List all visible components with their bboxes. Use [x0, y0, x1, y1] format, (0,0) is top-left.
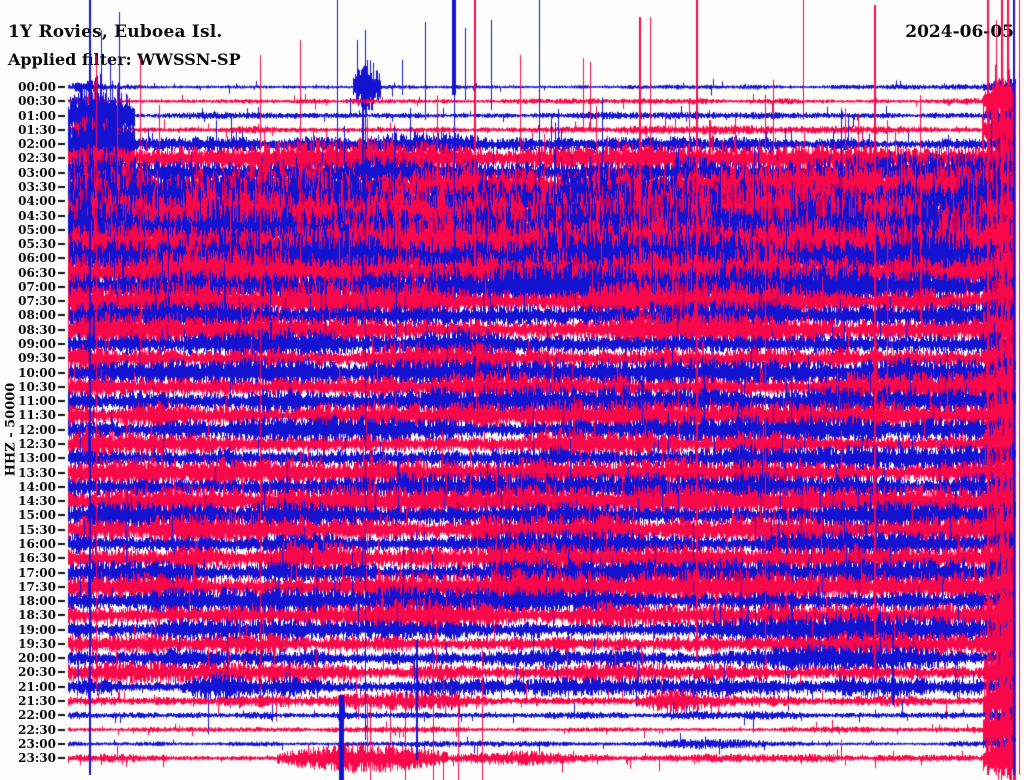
time-label: 07:30 — [18, 294, 56, 309]
time-label: 08:00 — [18, 308, 56, 323]
time-label: 05:00 — [18, 222, 56, 237]
time-label: 03:30 — [18, 179, 56, 194]
seismogram-canvas — [0, 0, 1024, 780]
time-label: 08:30 — [18, 322, 56, 337]
time-label: 23:30 — [18, 751, 56, 766]
time-label: 19:30 — [18, 636, 56, 651]
time-label: 20:30 — [18, 665, 56, 680]
helicorder-page: 1Y Rovies, Euboea Isl. Applied filter: W… — [0, 0, 1024, 780]
time-label: 16:30 — [18, 551, 56, 566]
time-label: 06:00 — [18, 251, 56, 266]
time-label: 04:30 — [18, 208, 56, 223]
time-label: 13:30 — [18, 465, 56, 480]
time-label: 01:30 — [18, 122, 56, 137]
time-label: 18:00 — [18, 594, 56, 609]
time-label: 00:30 — [18, 94, 56, 109]
time-label: 09:00 — [18, 337, 56, 352]
time-label: 19:00 — [18, 622, 56, 637]
time-label: 09:30 — [18, 351, 56, 366]
time-label: 22:00 — [18, 708, 56, 723]
time-label: 21:00 — [18, 679, 56, 694]
time-label: 23:00 — [18, 736, 56, 751]
time-label: 16:00 — [18, 536, 56, 551]
time-label: 20:00 — [18, 651, 56, 666]
time-label: 15:00 — [18, 508, 56, 523]
time-label: 10:30 — [18, 379, 56, 394]
time-label: 04:00 — [18, 194, 56, 209]
time-label: 02:30 — [18, 151, 56, 166]
time-label: 10:00 — [18, 365, 56, 380]
time-label: 22:30 — [18, 722, 56, 737]
time-label: 05:30 — [18, 237, 56, 252]
time-label: 17:30 — [18, 579, 56, 594]
time-label: 15:30 — [18, 522, 56, 537]
time-label: 17:00 — [18, 565, 56, 580]
time-label: 06:30 — [18, 265, 56, 280]
time-label: 14:30 — [18, 494, 56, 509]
time-label: 01:00 — [18, 108, 56, 123]
time-label: 12:00 — [18, 422, 56, 437]
date-label: 2024-06-05 — [905, 22, 1014, 42]
time-label: 13:00 — [18, 451, 56, 466]
time-label: 02:00 — [18, 137, 56, 152]
time-label: 00:00 — [18, 80, 56, 94]
time-label: 14:00 — [18, 479, 56, 494]
time-label: 21:30 — [18, 694, 56, 709]
time-label: 18:30 — [18, 608, 56, 623]
time-axis: 00:00 00:30 01:00 01:30 02:00 02:30 03:00 03:30… — [0, 0, 56, 780]
time-label: 11:00 — [18, 394, 56, 409]
time-label: 07:00 — [18, 279, 56, 294]
time-label: 11:30 — [18, 408, 56, 423]
time-label: 12:30 — [18, 437, 56, 451]
time-label: 03:00 — [18, 165, 56, 180]
